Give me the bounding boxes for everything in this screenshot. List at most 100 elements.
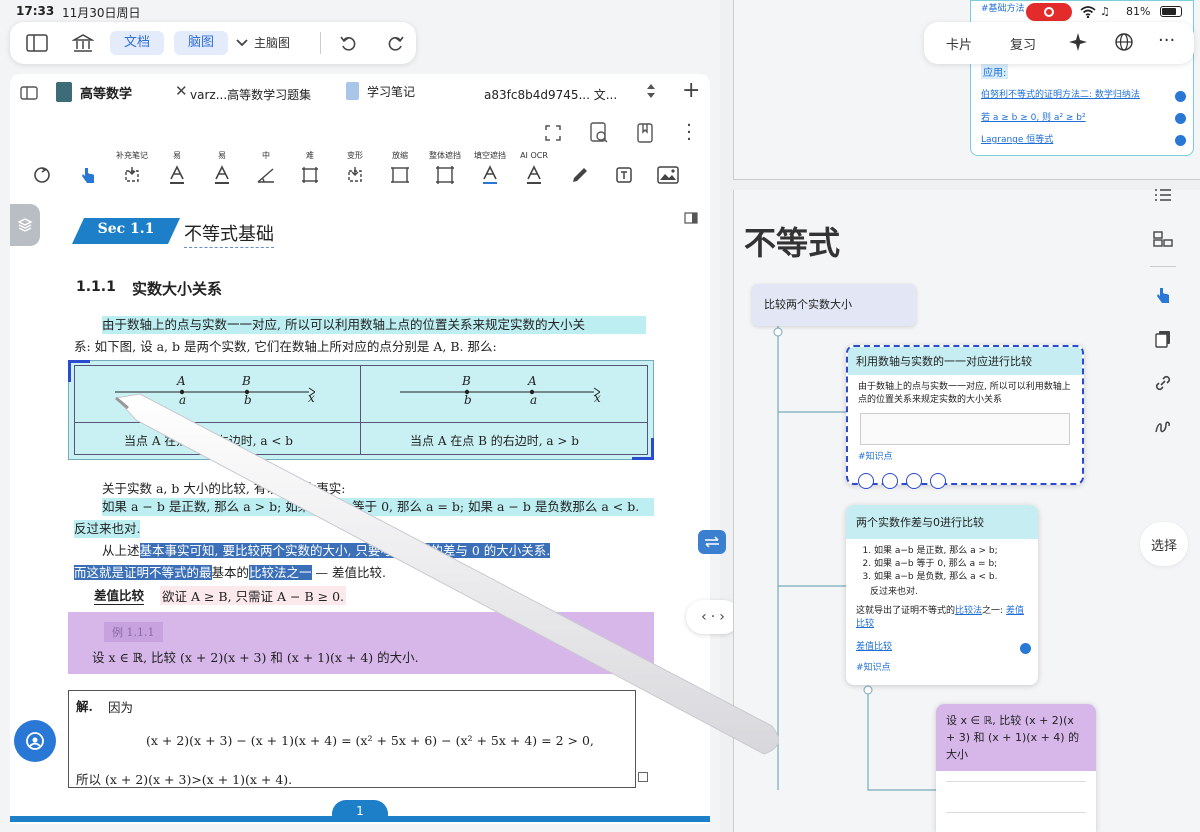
para1-line1[interactable]: 由于数轴上的点与实数一一对应, 所以可以利用数轴上点的位置关系来规定实数的大小关 [102,316,646,334]
tool-hand-pointer[interactable] [68,150,108,188]
more-horizontal-icon[interactable]: ··· [1158,30,1175,51]
more-vertical-icon[interactable]: · · · [686,117,692,149]
frame-icon [290,162,330,188]
para1-line2[interactable]: 系: 如下图, 设 a, b 是两个实数, 它们在数轴上所对应的点分别是 A, … [74,338,650,356]
tool-text-a[interactable]: 易 [157,150,197,188]
card-link-3[interactable]: Lagrange 恒等式 [981,132,1053,145]
tool-text-box[interactable] [604,150,644,188]
tool-frame[interactable]: 难 [290,150,330,188]
main-mindmap-dropdown[interactable]: 主脑图 [236,34,290,51]
page-indicator[interactable]: 1 [332,800,388,822]
ocr-icon [514,162,554,188]
wifi-icon [1080,6,1096,18]
tool-label: 变形 [347,151,363,160]
assistant-button[interactable] [14,720,56,762]
tool-text-a[interactable]: 易 [202,150,242,188]
card-link-2[interactable]: 若 a ≥ b ≥ 0, 则 a² ≥ b² [981,110,1086,123]
section-title: 不等式基础 [184,220,274,248]
diff-compare-link-2[interactable]: 差值比较 [846,631,1038,652]
para3[interactable]: 如果 a − b 是正数, 那么 a > b; 如果 a − b 等于 0, 那… [102,498,654,516]
tab-study-notes[interactable]: 学习笔记 [346,82,415,100]
tool-geometry[interactable]: 中 [246,150,286,188]
split-view-icon[interactable] [16,80,42,106]
axis-label-x: x [594,391,601,405]
diff-compare-label[interactable]: 差值比较 [94,585,145,605]
redo-icon[interactable] [382,30,408,56]
link-icon[interactable] [882,473,898,489]
tool-image[interactable] [648,150,688,188]
value-label-a: a [530,393,538,407]
para4-start: 从上述 [102,543,140,558]
tool-label: 补充笔记 [116,151,148,160]
tool-sync[interactable] [22,150,62,188]
link-chain-icon[interactable] [1143,368,1183,398]
tab-file[interactable]: a83fc8b4d9745... 文... [484,86,620,103]
expand-icon[interactable] [540,120,566,146]
tool-scale[interactable]: 放缩 [380,150,420,188]
number-line-left [115,386,315,398]
mindmap-node-compare[interactable]: 比较两个实数大小 [752,284,916,326]
documents-icon[interactable] [1143,324,1183,354]
freehand-icon[interactable] [1143,412,1183,442]
select-button[interactable]: 选择 [1140,522,1188,566]
card-link-1[interactable]: 伯努利不等式的证明方法二: 数学归纳法 [981,87,1140,100]
mindmap-mode-button[interactable]: 脑图 [174,31,228,55]
assistant-icon [24,730,46,752]
bookmark-icon[interactable] [632,120,658,146]
para4-line1[interactable]: 从上述基本事实可知, 要比较两个实数的大小, 只要考察它们的差与 0 的大小关系… [102,542,658,560]
tool-transform[interactable]: 变形 [335,150,375,188]
ai-sparkle-icon[interactable] [1068,32,1088,52]
arrow-right-icon[interactable] [1175,135,1186,146]
tab-sort-icon[interactable] [645,82,657,100]
mindmap-card-numberline[interactable]: 利用数轴与实数的一一对应进行比较 由于数轴上的点与实数一一对应, 所以可以利用数… [846,345,1084,485]
close-tab-icon[interactable]: ✕ [175,82,188,100]
tool-label [604,150,644,162]
mindmap-card-difference[interactable]: 两个实数作差与0进行比较 如果 a−b 是正数, 那么 a > b; 如果 a−… [846,505,1038,685]
add-tab-icon[interactable]: + [682,78,700,103]
panel-toggle-icon[interactable] [684,212,698,224]
book-cover-icon [56,82,72,102]
tool-note[interactable]: 补充笔记 [112,150,152,188]
cards-button[interactable]: 卡片 [946,34,972,53]
diff-compare-text[interactable]: 欲证 A ≥ B, 只需证 A − B ≥ 0. [160,586,347,605]
doc-mode-button[interactable]: 文档 [110,31,164,55]
tool-ocr[interactable]: AI OCR [514,150,554,188]
record-indicator[interactable] [1026,3,1072,21]
hand-pointer-icon[interactable] [1143,280,1183,310]
layout-icon[interactable] [1143,224,1183,254]
search-doc-icon[interactable] [586,120,612,146]
para3b[interactable]: 反过来也对. [74,520,141,538]
layers-handle[interactable] [10,204,40,246]
tool-pencil[interactable] [560,150,600,188]
tab-exercise-book[interactable]: varz...高等数学习题集 [190,86,320,103]
selection-corner-br[interactable] [632,438,654,460]
arrow-right-icon[interactable] [1175,113,1186,124]
mindmap-card-example[interactable]: 设 x ∈ ℝ, 比较 (x + 2)(x + 3) 和 (x + 1)(x +… [936,704,1096,832]
para2[interactable]: 关于实数 a, b 大小的比较, 有以下基本事实: [102,478,346,497]
card-extra: 反过来也对. [870,587,918,597]
resize-handle[interactable]: ‹ · › [686,600,740,634]
arrow-right-icon[interactable] [1020,643,1031,654]
tool-fill-cover[interactable]: 填空遮挡 [470,150,510,188]
library-icon[interactable] [70,30,96,56]
comment-icon[interactable] [858,473,874,489]
sidebar-toggle-icon[interactable] [24,30,50,56]
swap-panes-button[interactable] [698,530,726,554]
ai-icon[interactable] [930,473,946,489]
undo-icon[interactable] [336,30,362,56]
copy-icon[interactable] [906,473,922,489]
web-search-icon[interactable] [1114,32,1134,52]
review-button[interactable]: 复习 [1010,34,1036,53]
tool-label: 难 [306,151,314,160]
tool-label: 中 [262,151,270,160]
outline-icon[interactable] [1143,180,1183,210]
arrow-right-icon[interactable] [1175,91,1186,102]
status-time: 17:33 [16,4,55,18]
selection-corner-tl[interactable] [68,360,90,382]
tab-higher-math[interactable]: 高等数学 [56,82,132,102]
checkbox-icon[interactable] [638,772,648,782]
compare-method-link[interactable]: 比较法 [955,606,982,616]
mindmap-root-title[interactable]: 不等式 [744,218,840,264]
tool-cover[interactable]: 整体遮挡 [425,150,465,188]
para4-line2[interactable]: 而这就是证明不等式的最基本的比较法之一 — 差值比较. [74,564,386,582]
